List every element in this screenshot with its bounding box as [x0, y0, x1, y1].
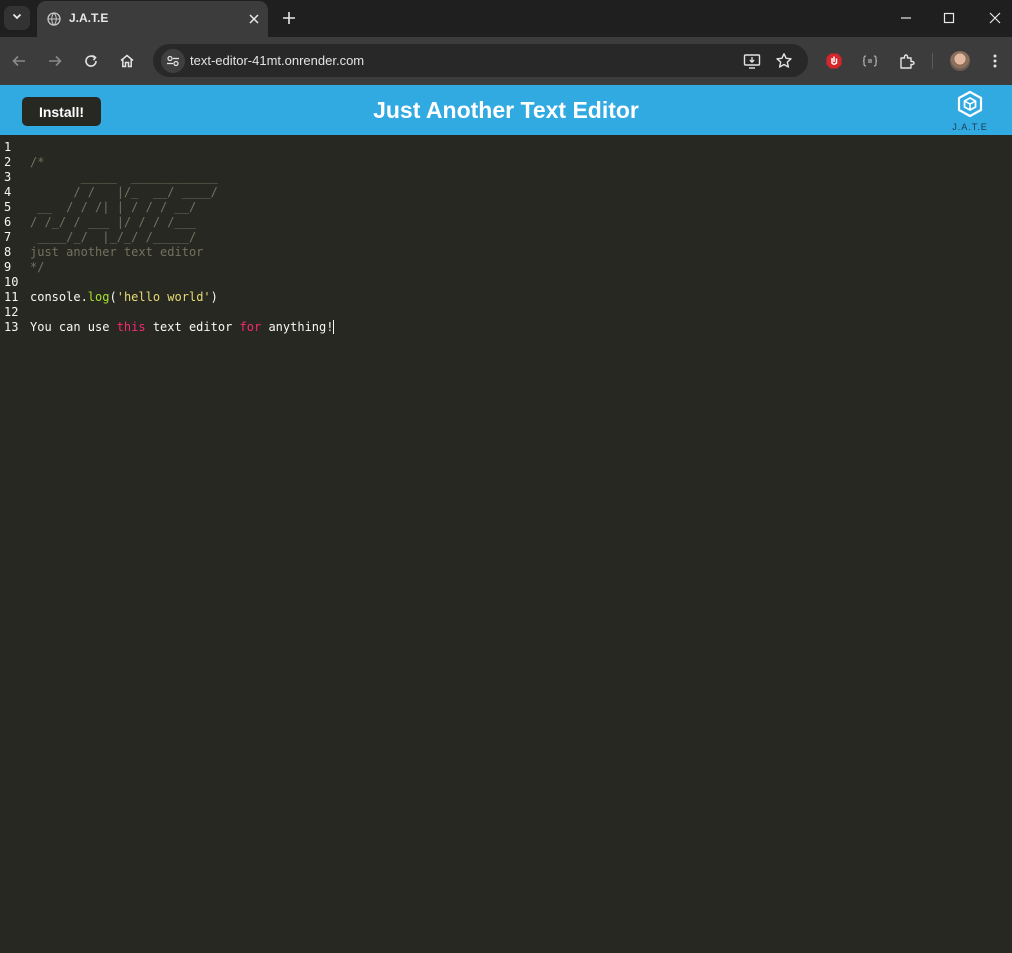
- code-token-comment: */: [30, 260, 45, 274]
- back-arrow-icon[interactable]: [8, 50, 30, 72]
- menu-kebab-icon[interactable]: [984, 50, 1006, 72]
- browser-toolbar: text-editor-41mt.onrender.com: [0, 37, 1012, 85]
- home-icon[interactable]: [116, 50, 138, 72]
- code-token-comment: just another text editor: [30, 245, 204, 259]
- code-editor[interactable]: 1 2/* 3 _____ ____________ 4 / / |/_ __/ __…: [0, 135, 1012, 953]
- line-code: / / |/_ __/ ____/: [30, 185, 218, 200]
- line-code: _____ ____________: [30, 170, 218, 185]
- text-cursor: [333, 320, 335, 334]
- code-token-plain: console.: [30, 290, 88, 304]
- close-tab-icon[interactable]: [245, 10, 263, 28]
- code-token-plain: ): [210, 290, 218, 304]
- editor-line[interactable]: 5 __ / / /| | / / / __/: [0, 200, 1012, 215]
- extensions-puzzle-icon[interactable]: [896, 50, 918, 72]
- line-number: 8: [4, 245, 12, 259]
- address-bar[interactable]: text-editor-41mt.onrender.com: [153, 44, 808, 77]
- minimize-icon[interactable]: [896, 8, 916, 28]
- line-code: /*: [30, 155, 44, 170]
- jate-logo: J.A.T.E: [948, 89, 992, 133]
- editor-line[interactable]: 12: [0, 305, 1012, 320]
- code-token-comment: __ / / /| | / / / __/: [30, 200, 197, 214]
- code-token-comment: _____ ____________: [30, 170, 218, 184]
- line-code: ____/_/ |_/_/ /_____/: [30, 230, 196, 245]
- editor-line[interactable]: 1: [0, 140, 1012, 155]
- chevron-down-icon: [11, 9, 23, 27]
- line-number: 4: [4, 185, 12, 199]
- line-number: 6: [4, 215, 12, 229]
- code-token-comment: / / |/_ __/ ____/: [30, 185, 218, 199]
- globe-icon: [47, 12, 61, 31]
- line-code: just another text editor: [30, 245, 203, 260]
- new-tab-icon[interactable]: [279, 8, 299, 28]
- code-token-kw: for: [239, 320, 262, 334]
- line-number: 13: [4, 320, 19, 334]
- line-code: / /_/ / ___ |/ / / /___: [30, 215, 196, 230]
- forward-arrow-icon[interactable]: [44, 50, 66, 72]
- site-info-icon[interactable]: [161, 49, 185, 73]
- bookmark-star-icon[interactable]: [774, 51, 794, 71]
- profile-avatar[interactable]: [950, 51, 970, 71]
- tab-search-button[interactable]: [4, 6, 30, 30]
- reload-icon[interactable]: [80, 50, 102, 72]
- line-number: 1: [4, 140, 12, 154]
- code-token-comment: /*: [30, 155, 45, 169]
- editor-line[interactable]: 2 /*: [0, 155, 1012, 170]
- logo-text: J.A.T.E: [952, 122, 988, 132]
- editor-line[interactable]: 9 */: [0, 260, 1012, 275]
- maximize-icon[interactable]: [939, 8, 959, 28]
- line-number: 5: [4, 200, 12, 214]
- line-number: 12: [4, 305, 19, 319]
- line-number: 3: [4, 170, 12, 184]
- editor-line[interactable]: 11 console.log('hello world'): [0, 290, 1012, 305]
- code-token-plain: (: [109, 290, 117, 304]
- toolbar-divider: [932, 53, 933, 69]
- code-token-comment: / /_/ / ___ |/ / / /___: [30, 215, 197, 229]
- tab-title: J.A.T.E: [69, 11, 109, 25]
- app-header: Install! Just Another Text Editor J.A.T.…: [0, 85, 1012, 135]
- line-code: You can use this text editor for anythin…: [30, 320, 335, 335]
- install-app-icon[interactable]: [742, 51, 762, 71]
- code-token-plain: anything!: [261, 320, 334, 334]
- line-number: 11: [4, 290, 19, 304]
- line-number: 7: [4, 230, 12, 244]
- cube-logo-icon: [957, 90, 983, 118]
- close-window-icon[interactable]: [985, 8, 1005, 28]
- code-token-fn: log: [87, 290, 110, 304]
- code-token-kw: this: [116, 320, 146, 334]
- editor-line[interactable]: 10: [0, 275, 1012, 290]
- line-number: 9: [4, 260, 12, 274]
- adblock-extension-icon[interactable]: [823, 50, 845, 72]
- url-text: text-editor-41mt.onrender.com: [190, 53, 365, 68]
- editor-line[interactable]: 4 / / |/_ __/ ____/: [0, 185, 1012, 200]
- editor-line[interactable]: 3 _____ ____________: [0, 170, 1012, 185]
- line-code: console.log('hello world'): [30, 290, 218, 305]
- app-title: Just Another Text Editor: [373, 97, 639, 123]
- code-token-str: 'hello world': [116, 290, 211, 304]
- editor-line[interactable]: 8 just another text editor: [0, 245, 1012, 260]
- browser-tab[interactable]: J.A.T.E: [37, 1, 268, 37]
- line-code: __ / / /| | / / / __/: [30, 200, 196, 215]
- code-token-plain: You can use: [30, 320, 117, 334]
- browser-tab-strip: J.A.T.E: [0, 0, 1012, 37]
- code-token-plain: text editor: [145, 320, 240, 334]
- editor-line[interactable]: 6 / /_/ / ___ |/ / / /___: [0, 215, 1012, 230]
- line-number: 10: [4, 275, 19, 289]
- line-code: */: [30, 260, 44, 275]
- editor-line[interactable]: 13 You can use this text editor for anyth…: [0, 320, 1012, 335]
- json-viewer-extension-icon[interactable]: [859, 50, 881, 72]
- editor-line[interactable]: 7 ____/_/ |_/_/ /_____/: [0, 230, 1012, 245]
- code-token-comment: ____/_/ |_/_/ /_____/: [30, 230, 197, 244]
- line-number: 2: [4, 155, 12, 169]
